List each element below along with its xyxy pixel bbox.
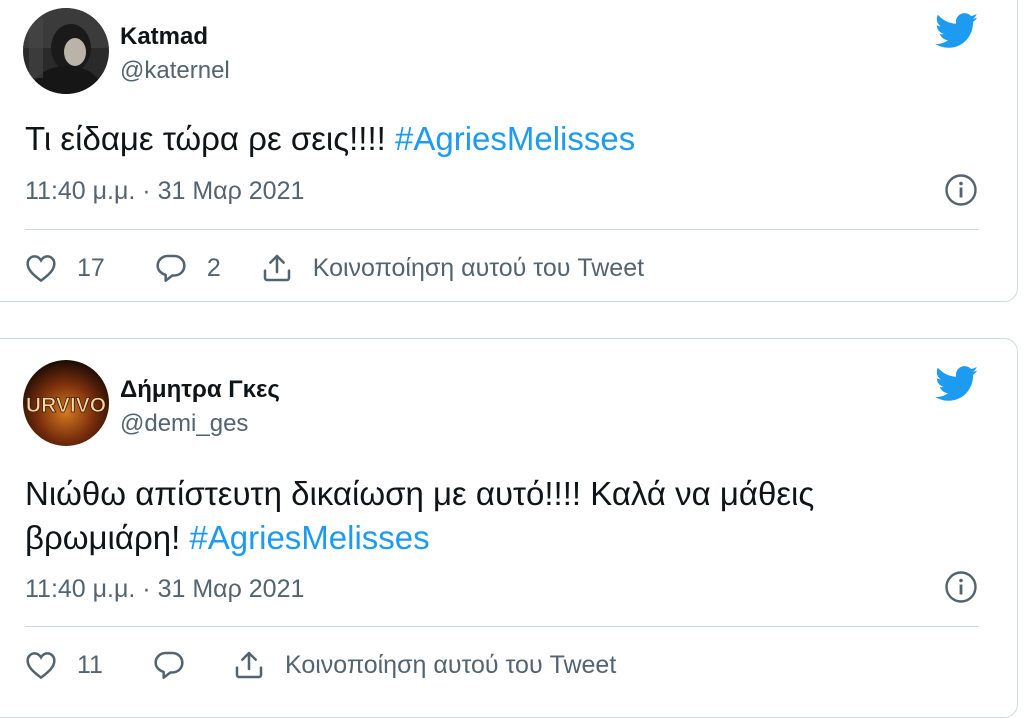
share-icon xyxy=(235,651,263,679)
tweet-card[interactable]: URVIVO Δήμητρα Γκες @demi_ges Νιώθω απίσ… xyxy=(0,338,1018,718)
tweet-text-line: Νιώθω απίστευτη δικαίωση με αυτό!!!! Καλ… xyxy=(25,475,815,512)
tweet-card[interactable]: Katmad @katernel Τι είδαμε τώρα ρε σεις!… xyxy=(0,0,1018,302)
tweet-actions: 17 2 Κοινοποίηση αυτού του Tweet xyxy=(25,248,644,288)
avatar-logo-text: URVIVO xyxy=(26,394,106,417)
hashtag-link[interactable]: #AgriesMelisses xyxy=(189,519,429,556)
display-name[interactable]: Δήμητρα Γκες xyxy=(120,376,280,404)
avatar[interactable]: URVIVO xyxy=(23,360,109,446)
hashtag-link[interactable]: #AgriesMelisses xyxy=(395,120,635,157)
reply-button[interactable]: 2 xyxy=(155,252,221,284)
display-name[interactable]: Katmad xyxy=(120,23,208,51)
tweet-text-body: Τι είδαμε τώρα ρε σεις!!!! xyxy=(25,120,395,157)
share-button[interactable]: Κοινοποίηση αυτού του Tweet xyxy=(261,252,644,284)
twitter-bird-icon[interactable] xyxy=(935,366,979,402)
like-button[interactable]: 17 xyxy=(25,253,105,283)
tweet-text-body: βρωμιάρη! xyxy=(25,519,190,556)
reply-button[interactable] xyxy=(153,649,185,681)
share-label: Κοινοποίηση αυτού του Tweet xyxy=(312,253,645,282)
timestamp[interactable]: 11:40 μ.μ. · 31 Μαρ 2021 xyxy=(25,177,304,206)
tweet-actions: 11 Κοινοποίηση αυτού του Tweet xyxy=(25,645,616,685)
tweet-text-line: βρωμιάρη! #AgriesMelisses xyxy=(25,516,977,560)
handle[interactable]: @katernel xyxy=(120,57,230,85)
reply-icon xyxy=(154,651,184,679)
heart-icon xyxy=(26,255,56,283)
divider xyxy=(25,626,979,627)
tweet-text: Τι είδαμε τώρα ρε σεις!!!! #AgriesMeliss… xyxy=(25,117,977,161)
like-count: 11 xyxy=(77,650,103,679)
twitter-bird-icon[interactable] xyxy=(935,13,979,49)
share-icon xyxy=(263,254,290,282)
reply-icon xyxy=(156,254,186,282)
avatar[interactable] xyxy=(23,8,109,94)
like-button[interactable]: 11 xyxy=(25,650,103,680)
info-icon[interactable] xyxy=(944,570,978,604)
tweet-text: Νιώθω απίστευτη δικαίωση με αυτό!!!! Καλ… xyxy=(25,472,977,560)
like-count: 17 xyxy=(77,253,105,282)
share-label: Κοινοποίηση αυτού του Tweet xyxy=(284,650,617,679)
share-button[interactable]: Κοινοποίηση αυτού του Tweet xyxy=(233,649,616,681)
timestamp[interactable]: 11:40 μ.μ. · 31 Μαρ 2021 xyxy=(25,575,304,604)
handle[interactable]: @demi_ges xyxy=(120,410,248,438)
heart-icon xyxy=(26,652,56,680)
divider xyxy=(25,229,979,230)
info-icon[interactable] xyxy=(944,173,978,207)
reply-count: 2 xyxy=(206,253,221,282)
